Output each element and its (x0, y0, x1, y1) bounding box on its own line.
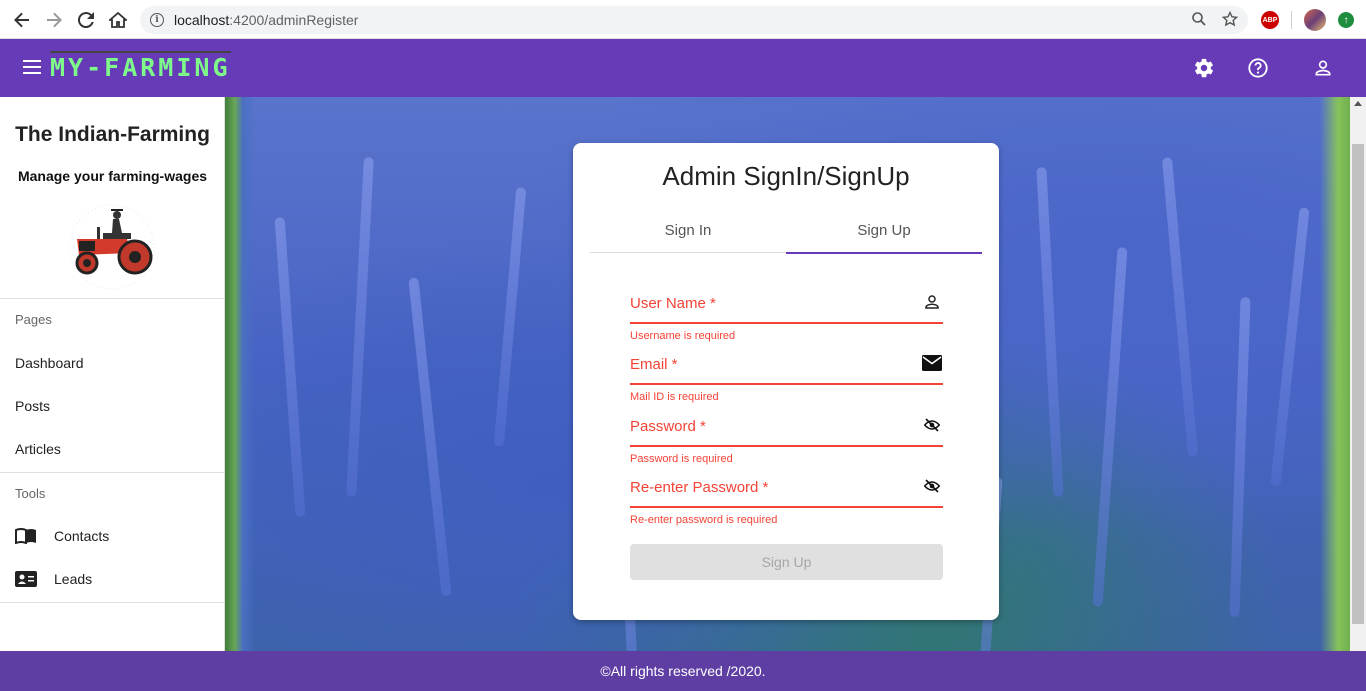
sidebar-item-posts[interactable]: Posts (0, 386, 225, 426)
scroll-up-arrow[interactable] (1354, 101, 1362, 106)
person-icon (921, 291, 943, 313)
sidebar-subtitle: Manage your farming-wages (17, 168, 208, 184)
account-icon[interactable] (1311, 56, 1335, 80)
email-error: Mail ID is required (630, 391, 719, 403)
password-label: Password * (630, 418, 706, 435)
password-error: Password is required (630, 453, 733, 465)
reload-icon[interactable] (70, 4, 102, 36)
email-label: Email * (630, 356, 678, 373)
sidebar-item-contacts[interactable]: Contacts (0, 516, 225, 556)
visibility-off-icon[interactable] (921, 475, 943, 497)
sidebar-item-articles[interactable]: Articles (0, 429, 225, 469)
back-icon[interactable] (6, 4, 38, 36)
toolbar-separator (1291, 11, 1292, 29)
sidebar-item-label: Posts (15, 398, 51, 414)
scroll-thumb[interactable] (1352, 144, 1364, 624)
app-logo[interactable]: MY-FARMING (50, 51, 231, 83)
home-icon[interactable] (102, 4, 134, 36)
footer-text: ©All rights reserved /2020. (600, 663, 766, 679)
mail-icon (921, 352, 943, 374)
address-bar[interactable]: i localhost:4200/adminRegister (140, 6, 1248, 34)
browser-bar: i localhost:4200/adminRegister ABP ↑ (0, 0, 1366, 39)
sidebar-item-label: Dashboard (15, 355, 84, 371)
email-underline (630, 383, 943, 385)
tractor-logo (67, 203, 157, 291)
url-path: :4200/adminRegister (229, 12, 359, 28)
forward-icon[interactable] (38, 4, 70, 36)
reenter-password-label: Re-enter Password * (630, 479, 769, 496)
sidebar-item-label: Articles (15, 441, 61, 457)
username-underline (630, 322, 943, 324)
sidebar: The Indian-Farming Manage your farming-w… (0, 97, 225, 651)
page-scrollbar[interactable] (1350, 97, 1366, 651)
footer: ©All rights reserved /2020. (0, 651, 1366, 691)
extension-icon[interactable]: ↑ (1338, 12, 1354, 28)
username-error: Username is required (630, 330, 736, 342)
sidebar-item-label: Contacts (54, 528, 110, 544)
reenter-password-error: Re-enter password is required (630, 514, 778, 526)
url-host: localhost (174, 12, 230, 28)
abp-icon[interactable]: ABP (1261, 11, 1279, 29)
sidebar-item-dashboard[interactable]: Dashboard (0, 343, 225, 383)
tools-header: Tools (15, 486, 46, 501)
contact-card-icon (15, 570, 39, 588)
settings-icon[interactable] (1192, 56, 1216, 80)
auth-tabs: Sign In Sign Up (590, 207, 982, 254)
sign-up-button[interactable]: Sign Up (630, 544, 943, 580)
tab-sign-in[interactable]: Sign In (590, 207, 786, 253)
reenter-password-underline (630, 506, 943, 508)
sidebar-divider (0, 602, 225, 603)
profile-avatar[interactable] (1304, 9, 1326, 31)
menu-icon[interactable] (23, 60, 41, 74)
pages-header: Pages (15, 312, 52, 327)
username-label: User Name * (630, 295, 716, 312)
star-icon[interactable] (1221, 10, 1239, 30)
zoom-icon[interactable] (1192, 11, 1206, 29)
sidebar-item-label: Leads (54, 571, 93, 587)
app-toolbar: MY-FARMING (0, 39, 1366, 97)
sidebar-divider (0, 298, 225, 299)
book-icon (15, 527, 39, 545)
sidebar-divider (0, 472, 225, 473)
sidebar-item-leads[interactable]: Leads (0, 559, 225, 599)
info-icon[interactable]: i (150, 13, 164, 27)
sidebar-title: The Indian-Farming (15, 123, 210, 146)
help-icon[interactable] (1246, 56, 1270, 80)
card-title: Admin SignIn/SignUp (662, 161, 910, 191)
tab-sign-up[interactable]: Sign Up (786, 207, 982, 254)
visibility-off-icon[interactable] (921, 414, 943, 436)
auth-card: Admin SignIn/SignUp Sign In Sign Up User… (573, 143, 999, 620)
password-underline (630, 445, 943, 447)
